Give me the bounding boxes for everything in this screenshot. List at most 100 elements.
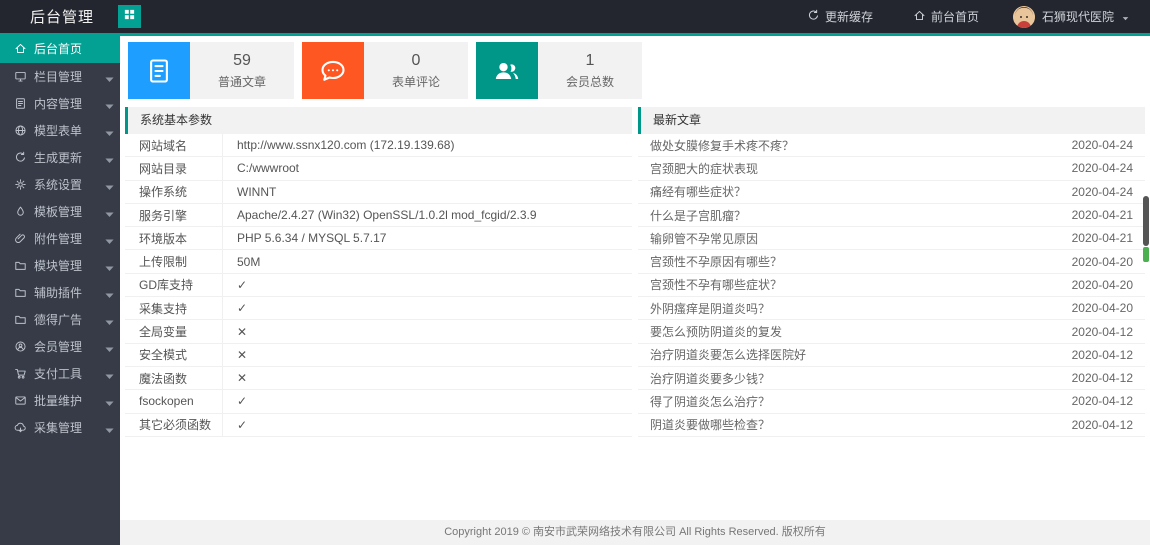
article-title-link[interactable]: 外阴瘙痒是阴道炎吗？ bbox=[650, 300, 770, 317]
caret-down-icon bbox=[103, 424, 116, 437]
update-cache-button[interactable]: 更新缓存 bbox=[787, 0, 893, 33]
sidebar-item-label: 内容管理 bbox=[34, 95, 82, 112]
header-actions: 更新缓存 前台首页 石狮现代医院 bbox=[787, 0, 1150, 33]
sidebar-item-11[interactable]: 会员管理 bbox=[0, 333, 120, 360]
username: 石狮现代医院 bbox=[1042, 8, 1114, 25]
article-row: 痛经有哪些症状？ 2020-04-24 bbox=[638, 181, 1145, 204]
content-icon bbox=[14, 97, 27, 110]
system-info-row: 其它必须函数✓ bbox=[125, 414, 632, 437]
stat-card-1[interactable]: 0表单评论 bbox=[302, 42, 468, 99]
article-row: 宫颈肥大的症状表现 2020-04-24 bbox=[638, 157, 1145, 180]
article-date: 2020-04-24 bbox=[1072, 185, 1133, 199]
sidebar-item-0[interactable]: 后台首页 bbox=[0, 33, 120, 63]
article-title-link[interactable]: 宫颈性不孕有哪些症状？ bbox=[650, 276, 782, 293]
sidebar-item-14[interactable]: 采集管理 bbox=[0, 414, 120, 441]
info-label: 其它必须函数 bbox=[125, 414, 223, 436]
article-date: 2020-04-20 bbox=[1072, 278, 1133, 292]
info-label: 网站目录 bbox=[125, 157, 223, 179]
sidebar-item-5[interactable]: 系统设置 bbox=[0, 171, 120, 198]
info-label: 服务引擎 bbox=[125, 204, 223, 226]
sidebar-item-4[interactable]: 生成更新 bbox=[0, 144, 120, 171]
caret-down-icon bbox=[103, 316, 116, 329]
stat-card-0[interactable]: 59普通文章 bbox=[128, 42, 294, 99]
article-title-link[interactable]: 宫颈肥大的症状表现 bbox=[650, 160, 758, 177]
refresh-icon bbox=[807, 9, 820, 22]
refresh-icon bbox=[807, 9, 820, 25]
sidebar-item-8[interactable]: 模块管理 bbox=[0, 252, 120, 279]
sidebar-item-12[interactable]: 支付工具 bbox=[0, 360, 120, 387]
article-date: 2020-04-24 bbox=[1072, 161, 1133, 175]
sidebar-item-9[interactable]: 辅助插件 bbox=[0, 279, 120, 306]
caret-down-icon bbox=[103, 100, 116, 113]
caret-down-icon bbox=[103, 289, 116, 302]
system-info-table: 网站域名http://www.ssnx120.com (172.19.139.6… bbox=[125, 134, 632, 437]
mail-icon bbox=[14, 394, 27, 407]
home-icon bbox=[913, 9, 926, 22]
sidebar-item-2[interactable]: 内容管理 bbox=[0, 90, 120, 117]
article-date: 2020-04-20 bbox=[1072, 255, 1133, 269]
article-row: 得了阴道炎怎么治疗？2020-04-12 bbox=[638, 390, 1145, 413]
scrollbar-thumb[interactable] bbox=[1143, 196, 1149, 246]
stat-card-2[interactable]: 1会员总数 bbox=[476, 42, 642, 99]
footer: Copyright 2019 © 南安市武荣网络技术有限公司 All Right… bbox=[120, 520, 1150, 545]
system-info-row: 采集支持✓ bbox=[125, 297, 632, 320]
front-home-button[interactable]: 前台首页 bbox=[893, 0, 999, 33]
system-info-row: 网站目录C:/wwwroot bbox=[125, 157, 632, 180]
article-title-link[interactable]: 治疗阴道炎要多少钱？ bbox=[650, 370, 770, 387]
sidebar-item-label: 栏目管理 bbox=[34, 68, 82, 85]
article-title-link[interactable]: 做处女膜修复手术疼不疼？ bbox=[650, 137, 794, 154]
stat-card-icon bbox=[128, 42, 190, 99]
system-info-row: GD库支持✓ bbox=[125, 274, 632, 297]
system-info-row: 环境版本PHP 5.6.34 / MYSQL 5.7.17 bbox=[125, 227, 632, 250]
info-value: WINNT bbox=[223, 181, 632, 203]
sidebar-item-label: 会员管理 bbox=[34, 338, 82, 355]
sidebar-item-6[interactable]: 模板管理 bbox=[0, 198, 120, 225]
grid-icon bbox=[123, 8, 136, 21]
sidebar-item-label: 系统设置 bbox=[34, 176, 82, 193]
refresh-icon bbox=[14, 151, 27, 164]
article-title-link[interactable]: 宫颈性不孕原因有哪些？ bbox=[650, 253, 782, 270]
info-label: 环境版本 bbox=[125, 227, 223, 249]
info-label: 采集支持 bbox=[125, 297, 223, 319]
user-menu[interactable]: 石狮现代医院 bbox=[999, 0, 1150, 33]
info-value: ✓ bbox=[223, 274, 632, 296]
article-title-link[interactable]: 得了阴道炎怎么治疗？ bbox=[650, 393, 770, 410]
article-date: 2020-04-20 bbox=[1072, 301, 1133, 315]
home-icon bbox=[913, 9, 926, 25]
copyright-text: Copyright 2019 © 南安市武荣网络技术有限公司 All Right… bbox=[444, 526, 826, 538]
article-title-link[interactable]: 要怎么预防阴道炎的复发 bbox=[650, 323, 782, 340]
article-date: 2020-04-24 bbox=[1072, 138, 1133, 152]
menu-collapse-button[interactable] bbox=[118, 5, 141, 28]
sidebar-item-7[interactable]: 附件管理 bbox=[0, 225, 120, 252]
article-row: 宫颈性不孕有哪些症状？ 2020-04-20 bbox=[638, 274, 1145, 297]
stat-value: 0 bbox=[412, 52, 421, 70]
sidebar-menu: 后台首页栏目管理内容管理模型表单生成更新系统设置模板管理附件管理模块管理辅助插件… bbox=[0, 33, 120, 441]
system-info-row: 网站域名http://www.ssnx120.com (172.19.139.6… bbox=[125, 134, 632, 157]
sidebar-item-1[interactable]: 栏目管理 bbox=[0, 63, 120, 90]
article-title-link[interactable]: 痛经有哪些症状？ bbox=[650, 183, 746, 200]
folder-icon bbox=[14, 313, 27, 326]
info-value: ✕ bbox=[223, 367, 632, 389]
sidebar-item-3[interactable]: 模型表单 bbox=[0, 117, 120, 144]
info-label: 网站域名 bbox=[125, 134, 223, 156]
article-title-link[interactable]: 阴道炎要做哪些检查？ bbox=[650, 416, 770, 433]
info-label: GD库支持 bbox=[125, 274, 223, 296]
article-title-link[interactable]: 输卵管不孕常见原因 bbox=[650, 230, 758, 247]
article-title-link[interactable]: 治疗阴道炎要怎么选择医院好 bbox=[650, 346, 806, 363]
globe-icon bbox=[14, 124, 27, 137]
sidebar-item-13[interactable]: 批量维护 bbox=[0, 387, 120, 414]
caret-down-icon bbox=[103, 397, 116, 410]
info-label: 上传限制 bbox=[125, 250, 223, 272]
sidebar-item-label: 辅助插件 bbox=[34, 284, 82, 301]
article-row: 要怎么预防阴道炎的复发2020-04-12 bbox=[638, 320, 1145, 343]
articles-list: 做处女膜修复手术疼不疼？ 2020-04-24 宫颈肥大的症状表现 2020-04-2… bbox=[638, 134, 1145, 437]
system-info-row: 全局变量✕ bbox=[125, 320, 632, 343]
article-title-link[interactable]: 什么是子宫肌瘤？ bbox=[650, 207, 746, 224]
info-value: http://www.ssnx120.com (172.19.139.68) bbox=[223, 134, 632, 156]
panels: 系统基本参数 网站域名http://www.ssnx120.com (172.1… bbox=[125, 107, 1145, 437]
sidebar-item-10[interactable]: 德得广告 bbox=[0, 306, 120, 333]
stat-cards: 59普通文章0表单评论1会员总数 bbox=[128, 42, 1145, 99]
sidebar-item-label: 批量维护 bbox=[34, 392, 82, 409]
gear-icon bbox=[14, 178, 27, 191]
sidebar-item-label: 模型表单 bbox=[34, 122, 82, 139]
